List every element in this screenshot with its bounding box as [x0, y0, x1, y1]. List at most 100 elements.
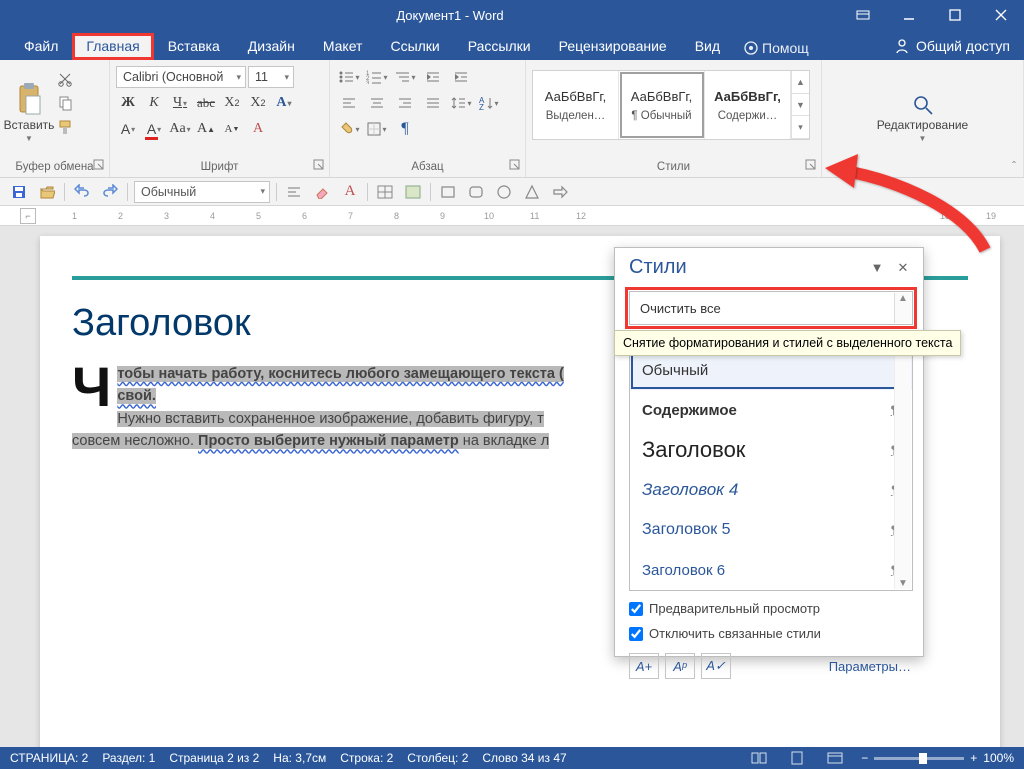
minimize-icon[interactable] — [886, 0, 932, 30]
pane-close-icon[interactable]: ✕ — [893, 260, 913, 276]
tab-selector[interactable]: ⌐ — [20, 208, 36, 224]
qat-align-icon[interactable] — [283, 181, 305, 203]
status-page[interactable]: СТРАНИЦА: 2 — [10, 751, 88, 765]
tab-design[interactable]: Дизайн — [234, 33, 309, 60]
style-heading4[interactable]: Заголовок 4¶a — [630, 470, 912, 510]
superscript-button[interactable]: X2 — [246, 92, 270, 114]
preview-checkbox[interactable]: Предварительный просмотр — [629, 601, 913, 616]
status-words[interactable]: Слово 34 из 47 — [482, 751, 566, 765]
styles-launcher-icon[interactable] — [805, 159, 819, 173]
show-marks-button[interactable]: ¶ — [392, 118, 418, 140]
font-size-combo[interactable]: 11 — [248, 66, 294, 88]
indent-inc-button[interactable] — [448, 66, 474, 88]
copy-icon[interactable] — [54, 92, 76, 114]
qat-cell-icon[interactable] — [402, 181, 424, 203]
change-case-button[interactable]: Aa — [168, 118, 192, 140]
underline-button[interactable]: Ч — [168, 92, 192, 114]
tab-review[interactable]: Рецензирование — [545, 33, 681, 60]
zoom-value[interactable]: 100% — [983, 751, 1014, 765]
qat-arrow-icon[interactable] — [549, 181, 571, 203]
tell-me[interactable]: Помощ — [734, 36, 819, 60]
tab-insert[interactable]: Вставка — [154, 33, 234, 60]
shading-button[interactable] — [336, 118, 362, 140]
zoom-in-icon[interactable]: + — [970, 751, 977, 765]
tab-mailings[interactable]: Рассылки — [454, 33, 545, 60]
qat-eraser-icon[interactable] — [311, 181, 333, 203]
qat-rect-icon[interactable] — [437, 181, 459, 203]
qat-redo-icon[interactable] — [99, 181, 121, 203]
bullets-button[interactable] — [336, 66, 362, 88]
align-left-button[interactable] — [336, 92, 362, 114]
style-item-content[interactable]: АаБбВвГг, Содержи… — [705, 71, 791, 139]
style-heading6[interactable]: Заголовок 6¶a — [630, 550, 912, 590]
tab-view[interactable]: Вид — [681, 33, 734, 60]
align-right-button[interactable] — [392, 92, 418, 114]
qat-save-icon[interactable] — [8, 181, 30, 203]
qat-clearfmt-icon[interactable]: A — [339, 181, 361, 203]
multilevel-button[interactable] — [392, 66, 418, 88]
subscript-button[interactable]: X2 — [220, 92, 244, 114]
status-at[interactable]: На: 3,7см — [273, 751, 326, 765]
read-mode-icon[interactable] — [747, 749, 771, 767]
cut-icon[interactable] — [54, 68, 76, 90]
format-painter-icon[interactable] — [54, 116, 76, 138]
ribbon-options-icon[interactable] — [840, 0, 886, 30]
gallery-scroll[interactable]: ▲▼▾ — [791, 71, 809, 139]
style-inspector-icon[interactable]: Aᵖ — [665, 653, 695, 679]
manage-styles-icon[interactable]: A✓ — [701, 653, 731, 679]
justify-button[interactable] — [420, 92, 446, 114]
qat-table-icon[interactable] — [374, 181, 396, 203]
indent-dec-button[interactable] — [420, 66, 446, 88]
qat-triangle-icon[interactable] — [521, 181, 543, 203]
font-name-combo[interactable]: Calibri (Основной — [116, 66, 246, 88]
params-link[interactable]: Параметры… — [829, 659, 911, 674]
line-spacing-button[interactable] — [448, 92, 474, 114]
numbering-button[interactable]: 123 — [364, 66, 390, 88]
status-line[interactable]: Строка: 2 — [340, 751, 393, 765]
zoom-out-icon[interactable]: − — [861, 751, 868, 765]
maximize-icon[interactable] — [932, 0, 978, 30]
close-icon[interactable] — [978, 0, 1024, 30]
list-scroll-down-icon[interactable]: ▼ — [894, 351, 911, 589]
font-color-button[interactable]: A — [142, 118, 166, 140]
qat-circle-icon[interactable] — [493, 181, 515, 203]
paste-button[interactable]: Вставить ▼ — [6, 64, 52, 161]
shrink-font-button[interactable]: A▼ — [220, 118, 244, 140]
status-section[interactable]: Раздел: 1 — [102, 751, 155, 765]
style-normal[interactable]: Обычный¶ — [630, 350, 912, 390]
editing-button[interactable]: Редактирование ▼ — [868, 64, 978, 173]
style-heading5[interactable]: Заголовок 5¶a — [630, 510, 912, 550]
status-page-of[interactable]: Страница 2 из 2 — [169, 751, 259, 765]
disable-linked-checkbox[interactable]: Отключить связанные стили — [629, 626, 913, 641]
sort-button[interactable]: AZ — [476, 92, 502, 114]
print-layout-icon[interactable] — [785, 749, 809, 767]
qat-undo-icon[interactable] — [71, 181, 93, 203]
highlight-button[interactable]: A — [116, 118, 140, 140]
qat-style-combo[interactable]: Обычный — [134, 181, 270, 203]
align-center-button[interactable] — [364, 92, 390, 114]
zoom-slider[interactable] — [874, 757, 964, 760]
clear-all-button[interactable]: Очистить все ▲ — [629, 291, 913, 325]
collapse-ribbon-icon[interactable]: ˆ — [1012, 159, 1016, 173]
style-content[interactable]: Содержимое¶a — [630, 390, 912, 430]
qat-roundrect-icon[interactable] — [465, 181, 487, 203]
web-layout-icon[interactable] — [823, 749, 847, 767]
tab-home[interactable]: Главная — [72, 33, 153, 60]
borders-button[interactable] — [364, 118, 390, 140]
text-effects-button[interactable]: A — [272, 92, 296, 114]
style-item-normal[interactable]: АаБбВвГг, ¶ Обычный — [619, 71, 705, 139]
tab-references[interactable]: Ссылки — [376, 33, 453, 60]
grow-font-button[interactable]: A▲ — [194, 118, 218, 140]
strike-button[interactable]: abc — [194, 92, 218, 114]
qat-open-icon[interactable] — [36, 181, 58, 203]
styles-gallery[interactable]: АаБбВвГг, Выделен… АаБбВвГг, ¶ Обычный А… — [532, 70, 810, 140]
pane-options-icon[interactable]: ▼ — [867, 260, 887, 275]
share-button[interactable]: Общий доступ — [884, 34, 1024, 60]
tab-layout[interactable]: Макет — [309, 33, 377, 60]
paragraph-launcher-icon[interactable] — [509, 159, 523, 173]
italic-button[interactable]: К — [142, 92, 166, 114]
style-item-emphasis[interactable]: АаБбВвГг, Выделен… — [533, 71, 619, 139]
clear-formatting-button[interactable]: A — [246, 118, 270, 140]
clipboard-launcher-icon[interactable] — [93, 159, 107, 173]
new-style-icon[interactable]: A+ — [629, 653, 659, 679]
